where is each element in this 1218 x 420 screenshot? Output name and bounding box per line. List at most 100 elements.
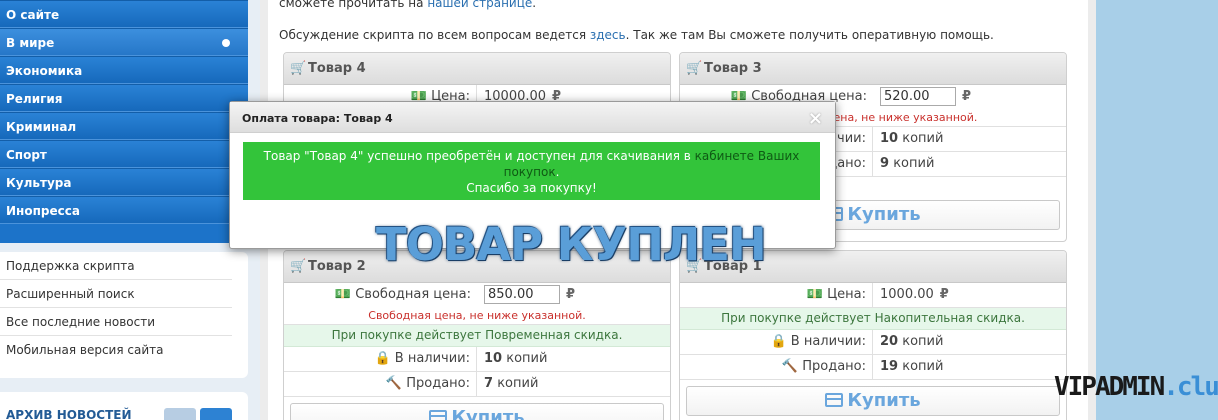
sold-unit: копий (497, 376, 539, 391)
money-icon: 💵 (806, 287, 828, 302)
price-amount: 1000.00 (880, 287, 934, 302)
price-value: ₽ (880, 85, 971, 109)
sold-unit: копий (902, 359, 944, 374)
discussion-link[interactable]: здесь (590, 28, 626, 42)
shopping-cart-icon: 🛒 (290, 61, 307, 76)
sidebar-item-sport[interactable]: Спорт (0, 140, 248, 168)
lock-icon: 🔒 (770, 334, 787, 349)
sidebar-menu: О сайте В мире Экономика Религия Кримина… (0, 0, 248, 243)
card-title: Товар 4 (308, 61, 366, 76)
price-label-text: Цена: (827, 287, 866, 302)
stock-value: 10 копий (880, 127, 943, 151)
buy-button-label: Купить (847, 204, 921, 225)
stock-label-text: В наличии: (394, 351, 470, 366)
price-value: ₽ (484, 283, 575, 307)
card-header: 🛒 Товар 4 (284, 53, 670, 85)
price-input[interactable] (484, 285, 560, 304)
price-row: 💵 Свободная цена: ₽ (284, 283, 670, 308)
sidebar-link-support[interactable]: Поддержка скрипта (0, 252, 232, 280)
price-label-text: Свободная цена: (355, 287, 471, 302)
money-icon: 💵 (334, 287, 356, 302)
close-icon[interactable]: × (808, 108, 823, 129)
product-card-2: 🛒Товар 2 💵 Свободная цена: ₽ Свободная ц… (283, 250, 671, 420)
sold-label-text: Продано: (406, 376, 470, 391)
stock-count: 20 (880, 334, 899, 349)
price-row: 💵 Цена: 1000.00 ₽ (680, 283, 1066, 308)
sidebar-link-latest-news[interactable]: Все последние новости (0, 308, 232, 336)
buy-button[interactable]: Купить (290, 403, 664, 420)
intro-text-end: . (532, 0, 537, 10)
credit-card-icon (429, 410, 448, 420)
stock-unit: копий (902, 334, 944, 349)
discount-info: При покупке действует Накопительная скид… (680, 308, 1066, 330)
product-card-1: 🛒 Товар 1 💵 Цена: 1000.00 ₽ При покупке де… (679, 250, 1067, 420)
gavel-icon: 🔨 (781, 359, 799, 374)
sidebar-link-mobile-version[interactable]: Мобильная версия сайта (0, 336, 232, 364)
lock-icon: 🔒 (374, 351, 391, 366)
archive-title: АРХИВ НОВОСТЕЙ (6, 408, 132, 420)
modal-header: Оплата товара: Товар 4 × (230, 102, 835, 133)
right-column-background (1096, 0, 1218, 420)
currency-sign: ₽ (566, 287, 576, 302)
sold-label-text: Продано: (802, 359, 866, 374)
card-title: Товар 3 (704, 61, 762, 76)
sold-count: 7 (484, 376, 494, 391)
sidebar-item-crime[interactable]: Криминал (0, 112, 248, 140)
stock-value: 10 копий (484, 347, 547, 371)
sidebar-item-foreign-press[interactable]: Инопресса (0, 196, 248, 224)
currency-sign: ₽ (962, 89, 972, 104)
stock-unit: копий (902, 131, 944, 146)
sold-row: 🔨 Продано: 7 копий (284, 372, 670, 397)
price-value: 1000.00 ₽ (880, 283, 949, 307)
modal-title: Оплата товара: Товар 4 (242, 112, 393, 125)
sold-value: 7 копий (484, 372, 538, 396)
sidebar-link-advanced-search[interactable]: Расширенный поиск (0, 280, 232, 308)
stock-unit: копий (506, 351, 548, 366)
shopping-cart-icon: 🛒 (290, 259, 307, 274)
our-page-link[interactable]: нашей странице (427, 0, 532, 10)
watermark-logo: VIPADMIN.club (1054, 372, 1218, 402)
thanks-text: Спасибо за покупку! (466, 181, 597, 195)
sold-value: 19 копий (880, 355, 943, 379)
watermark-main: VIPADMIN (1054, 372, 1165, 402)
price-input[interactable] (880, 87, 956, 106)
discussion-text-start: Обсуждение скрипта по всем вопросам веде… (279, 28, 587, 42)
stock-label: 🔒 В наличии: (680, 330, 873, 354)
sidebar-item-religion[interactable]: Религия (0, 84, 248, 112)
sold-row: 🔨 Продано: 19 копий (680, 355, 1066, 380)
price-note: Свободная цена, не ниже указанной. (284, 308, 670, 325)
sold-label: 🔨 Продано: (284, 372, 477, 396)
sidebar-item-world[interactable]: В мире (0, 28, 248, 56)
success-text: Товар "Товар 4" успешно преобретён и дос… (263, 149, 691, 163)
success-text-end: . (555, 165, 560, 179)
buy-button[interactable]: Купить (686, 386, 1060, 416)
watermark-tld: .club (1163, 372, 1218, 402)
credit-card-icon (825, 393, 844, 407)
sold-value: 9 копий (880, 152, 934, 176)
stock-count: 10 (484, 351, 503, 366)
sidebar-item-economy[interactable]: Экономика (0, 56, 248, 84)
sold-label: 🔨 Продано: (680, 355, 873, 379)
discussion-text-end: . Так же там Вы сможете получить операти… (625, 28, 994, 42)
sidebar-item-culture[interactable]: Культура (0, 168, 248, 196)
sold-count: 9 (880, 156, 890, 171)
purchased-caption: ТОВАР КУПЛЕН (376, 218, 767, 271)
news-archive: АРХИВ НОВОСТЕЙ (0, 392, 248, 420)
sold-unit: копий (893, 156, 935, 171)
price-label: 💵 Свободная цена: (284, 283, 477, 307)
stock-label: 🔒 В наличии: (284, 347, 477, 371)
sold-count: 19 (880, 359, 899, 374)
buy-button-label: Купить (847, 390, 921, 411)
card-header: 🛒 Товар 3 (680, 53, 1066, 85)
archive-tab-button-active[interactable] (200, 408, 232, 420)
archive-tab-button[interactable] (164, 408, 196, 420)
sidebar-item-about[interactable]: О сайте (0, 0, 248, 28)
price-label: 💵 Цена: (680, 283, 873, 307)
intro-text: сможете прочитать на нашей странице. (279, 0, 536, 10)
intro-text-start: сможете прочитать на (279, 0, 424, 10)
success-message: Товар "Товар 4" успешно преобретён и дос… (243, 142, 820, 200)
active-dot-icon (222, 39, 230, 47)
stock-row: 🔒 В наличии: 20 копий (680, 330, 1066, 355)
discussion-text: Обсуждение скрипта по всем вопросам веде… (279, 28, 994, 42)
stock-label-text: В наличии: (790, 334, 866, 349)
